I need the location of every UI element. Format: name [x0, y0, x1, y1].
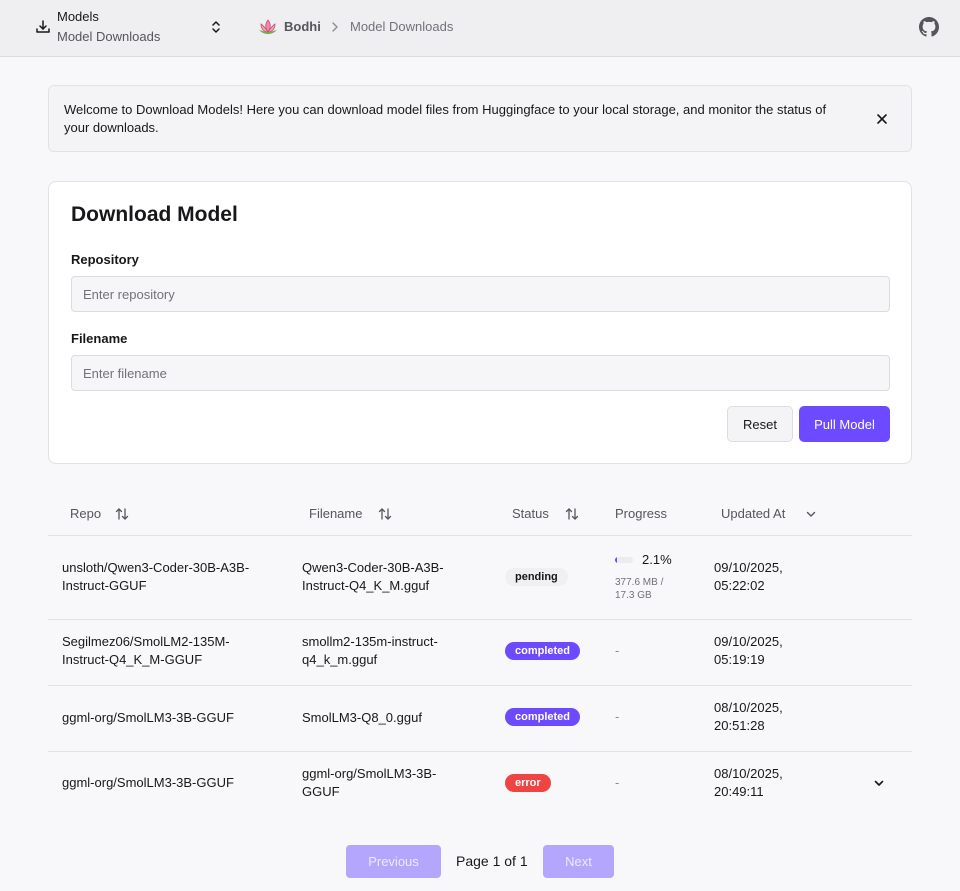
top-header: Models Model Downloads Bodhi Model Downl… — [0, 0, 960, 57]
card-title: Download Model — [71, 203, 238, 226]
filename-cell: SmolLM3-Q8_0.gguf — [302, 709, 422, 727]
repository-label: Repository — [71, 252, 139, 267]
table-row: Segilmez06/SmolLM2-135M- Instruct-Q4_K_M… — [48, 620, 912, 686]
filename-text: SmolLM3-Q8_0.gguf — [302, 710, 422, 725]
table-row: unsloth/Qwen3-Coder-30B-A3B- Instruct-GG… — [48, 536, 912, 620]
progress-bar-fill — [615, 557, 617, 563]
section-switcher[interactable]: Models Model Downloads — [24, 0, 230, 56]
chevron-right-icon — [332, 22, 338, 32]
chevrons-up-down-icon — [212, 21, 220, 33]
repo-cell: ggml-org/SmolLM3-3B-GGUF — [62, 709, 234, 727]
updated-at-text: 08/10/2025, — [714, 766, 783, 781]
breadcrumb-current: Model Downloads — [350, 19, 454, 34]
filename-input[interactable] — [71, 355, 890, 391]
repo-text: ggml-org/SmolLM3-3B-GGUF — [62, 710, 234, 725]
progress-empty: - — [615, 643, 620, 658]
updated-at-text: 05:19:19 — [714, 652, 765, 667]
filename-text: Instruct-Q4_K_M.gguf — [302, 578, 430, 593]
repo-cell: ggml-org/SmolLM3-3B-GGUF — [62, 774, 234, 792]
updated-at-text: 09/10/2025, — [714, 634, 783, 649]
table-header: Repo Filename Status Progress Updated At — [48, 492, 912, 536]
download-model-card: Download Model Repository Filename Reset… — [48, 181, 912, 464]
updated-at-text: 20:51:28 — [714, 718, 765, 733]
updated-at-cell: 09/10/2025, 05:19:19 — [714, 633, 783, 669]
sort-arrows-icon[interactable] — [115, 507, 129, 521]
repo-text: Segilmez06/SmolLM2-135M- — [62, 634, 230, 649]
column-header-status[interactable]: Status — [512, 506, 549, 521]
filename-cell: ggml-org/SmolLM3-3B- GGUF — [302, 765, 436, 801]
chevron-down-icon[interactable] — [804, 507, 818, 521]
page-indicator: Page 1 of 1 — [456, 853, 528, 869]
repo-text: Instruct-GGUF — [62, 578, 147, 593]
sort-arrows-icon[interactable] — [565, 507, 579, 521]
breadcrumb-home-link[interactable]: Bodhi — [284, 19, 321, 34]
column-header-repo[interactable]: Repo — [70, 506, 101, 521]
updated-at-cell: 08/10/2025, 20:49:11 — [714, 765, 783, 801]
filename-cell: Qwen3-Coder-30B-A3B- Instruct-Q4_K_M.ggu… — [302, 559, 444, 595]
close-icon[interactable] — [873, 110, 891, 128]
progress-size-text: 17.3 GB — [615, 590, 652, 601]
pull-model-button[interactable]: Pull Model — [799, 406, 890, 442]
welcome-text: Welcome to Download Models! Here you can… — [64, 102, 827, 135]
section-subtitle: Model Downloads — [57, 29, 161, 44]
repo-cell: Segilmez06/SmolLM2-135M- Instruct-Q4_K_M… — [62, 633, 230, 669]
repository-input[interactable] — [71, 276, 890, 312]
next-page-button[interactable]: Next — [543, 845, 614, 878]
filename-text: smollm2-135m-instruct- — [302, 634, 438, 649]
lotus-icon — [259, 19, 277, 34]
reset-button[interactable]: Reset — [727, 406, 793, 442]
table-row: ggml-org/SmolLM3-3B-GGUF ggml-org/SmolLM… — [48, 752, 912, 816]
repo-text: ggml-org/SmolLM3-3B-GGUF — [62, 775, 234, 790]
repo-cell: unsloth/Qwen3-Coder-30B-A3B- Instruct-GG… — [62, 559, 249, 595]
github-icon[interactable] — [919, 17, 939, 37]
progress-percent: 2.1% — [642, 552, 672, 567]
updated-at-cell: 08/10/2025, 20:51:28 — [714, 699, 783, 735]
section-title: Models — [57, 9, 99, 24]
updated-at-text: 20:49:11 — [714, 784, 764, 799]
welcome-banner: Welcome to Download Models! Here you can… — [48, 85, 912, 152]
filename-label: Filename — [71, 331, 128, 346]
progress-size: 377.6 MB / 17.3 GB — [615, 576, 663, 602]
status-badge: error — [505, 774, 551, 792]
previous-page-button[interactable]: Previous — [346, 845, 441, 878]
filename-text: ggml-org/SmolLM3-3B- — [302, 766, 437, 781]
repo-text: Instruct-Q4_K_M-GGUF — [62, 652, 203, 667]
filename-text: q4_k_m.gguf — [302, 652, 378, 667]
filename-text: GGUF — [302, 784, 340, 799]
updated-at-text: 08/10/2025, — [714, 700, 783, 715]
column-header-progress: Progress — [615, 506, 668, 521]
progress-bar — [615, 557, 633, 563]
progress-size-text: 377.6 MB / — [615, 577, 664, 588]
status-badge: completed — [505, 708, 581, 726]
column-header-updated-at[interactable]: Updated At — [721, 506, 785, 521]
sort-arrows-icon[interactable] — [378, 507, 392, 521]
updated-at-text: 09/10/2025, — [714, 560, 783, 575]
updated-at-text: 05:22:02 — [714, 578, 765, 593]
progress-empty: - — [615, 709, 620, 724]
status-badge: completed — [505, 642, 581, 660]
filename-cell: smollm2-135m-instruct- q4_k_m.gguf — [302, 633, 438, 669]
updated-at-cell: 09/10/2025, 05:22:02 — [714, 559, 783, 595]
repo-text: unsloth/Qwen3-Coder-30B-A3B- — [62, 560, 250, 575]
chevron-down-icon[interactable] — [872, 776, 886, 790]
table-row: ggml-org/SmolLM3-3B-GGUF SmolLM3-Q8_0.gg… — [48, 686, 912, 752]
progress-empty: - — [615, 775, 620, 790]
status-badge: pending — [505, 568, 568, 586]
download-icon — [36, 20, 50, 33]
filename-text: Qwen3-Coder-30B-A3B- — [302, 560, 444, 575]
column-header-filename[interactable]: Filename — [309, 506, 362, 521]
